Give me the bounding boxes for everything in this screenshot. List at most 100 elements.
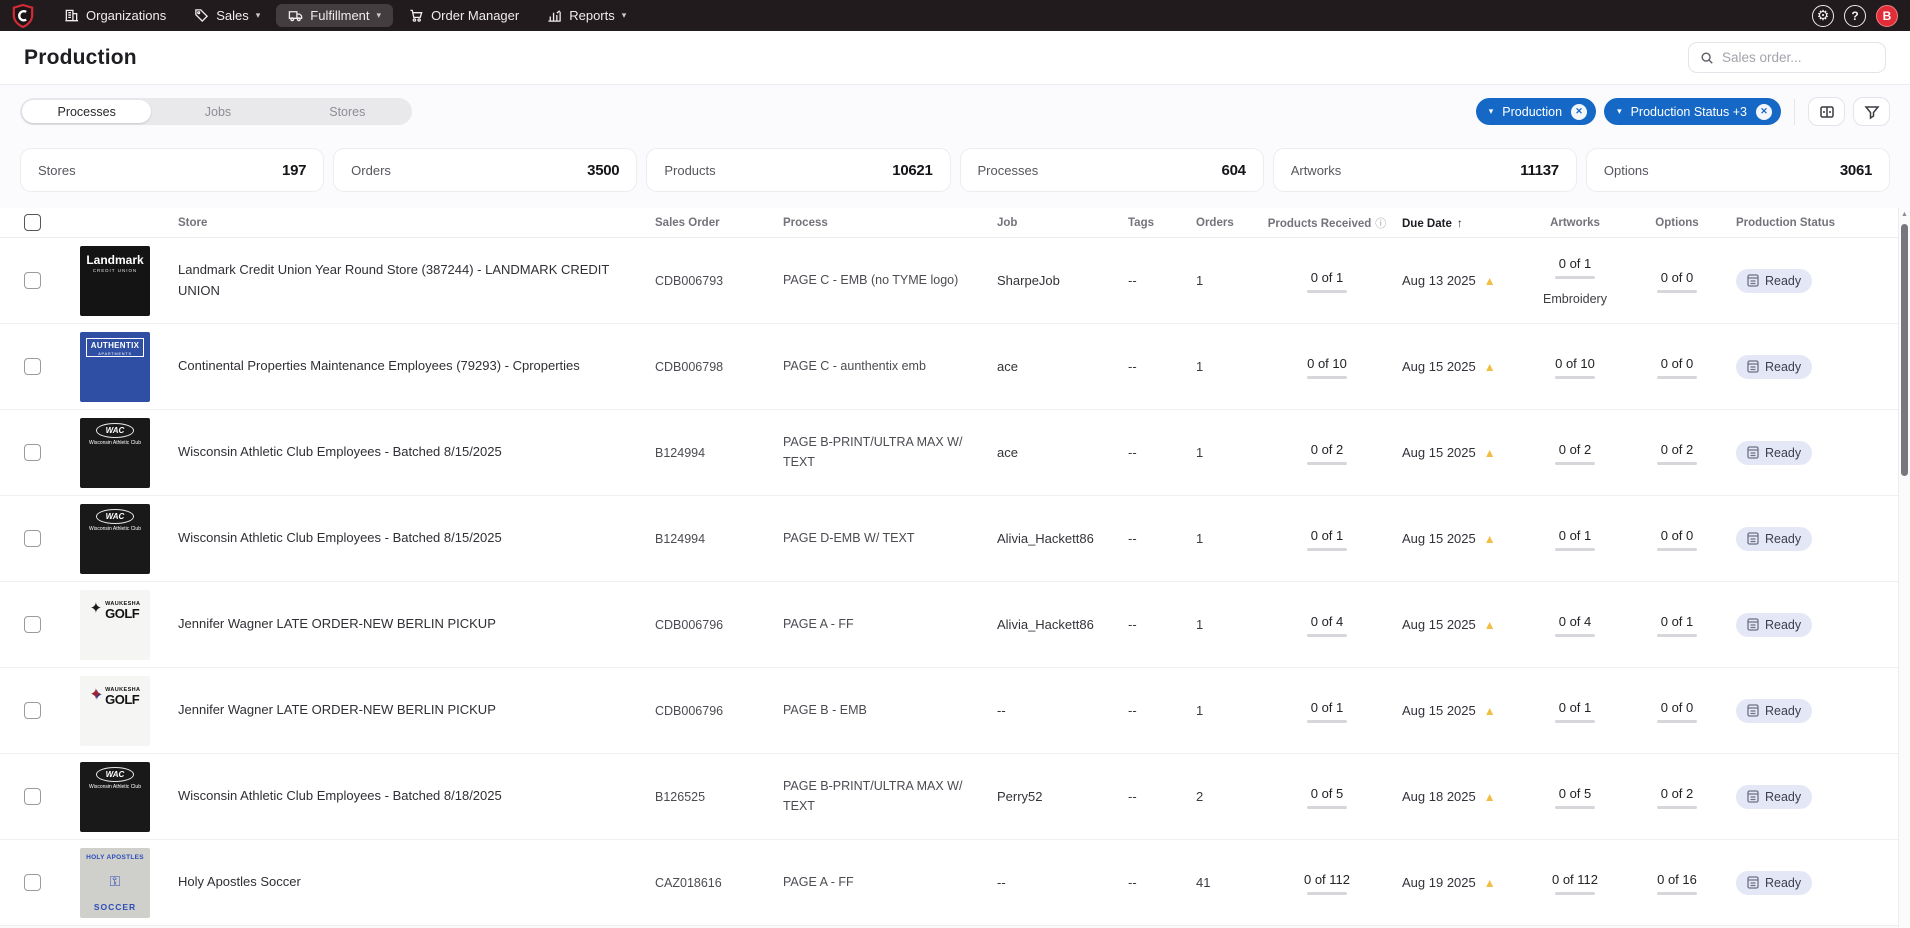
due-date: Aug 18 2025 xyxy=(1402,789,1476,804)
tags-value: -- xyxy=(1128,273,1196,288)
toolbar: Processes Jobs Stores Production Product… xyxy=(0,85,1910,126)
products-received-progress: 0 of 1 xyxy=(1307,700,1347,723)
column-header-options[interactable]: Options xyxy=(1618,217,1736,229)
row-checkbox[interactable] xyxy=(24,358,41,375)
settings-gear-icon[interactable] xyxy=(1812,5,1834,27)
page-header: Production xyxy=(0,31,1910,85)
filter-chip-production-status[interactable]: Production Status +3 xyxy=(1604,98,1781,125)
table-row[interactable]: AUTHENTIX APARTMENTS Continental Propert… xyxy=(0,324,1910,410)
nav-item-order-manager[interactable]: Order Manager xyxy=(397,4,531,27)
nav-item-fulfillment[interactable]: Fulfillment xyxy=(276,4,393,27)
options-progress: 0 of 16 xyxy=(1657,872,1697,895)
stat-value: 11137 xyxy=(1520,162,1559,179)
row-checkbox[interactable] xyxy=(24,272,41,289)
row-checkbox[interactable] xyxy=(24,530,41,547)
help-icon[interactable] xyxy=(1844,5,1866,27)
column-header-process[interactable]: Process xyxy=(783,217,997,229)
table-row[interactable]: WAUKESHA GOLF Jennifer Wagner LATE ORDER… xyxy=(0,668,1910,754)
chevron-down-icon xyxy=(1617,106,1622,117)
process-name: PAGE A - FF xyxy=(783,615,997,634)
column-header-artworks[interactable]: Artworks xyxy=(1532,217,1618,229)
scroll-up-icon[interactable] xyxy=(1899,211,1910,218)
table-row[interactable]: WAC Wisconsin Athletic Club Wisconsin At… xyxy=(0,496,1910,582)
select-all-checkbox[interactable] xyxy=(24,214,41,231)
column-header-products-received[interactable]: Products Received xyxy=(1258,215,1396,231)
column-header-production-status[interactable]: Production Status xyxy=(1736,217,1910,229)
production-status-badge: Ready xyxy=(1736,355,1812,379)
vertical-scrollbar[interactable] xyxy=(1898,208,1910,928)
search-icon xyxy=(1700,51,1714,65)
orders-count: 1 xyxy=(1196,273,1258,288)
remove-filter-icon[interactable] xyxy=(1756,104,1772,120)
table-row[interactable]: WAC Wisconsin Athletic Club Wisconsin At… xyxy=(0,754,1910,840)
stat-label: Orders xyxy=(351,163,391,178)
filter-chip-production[interactable]: Production xyxy=(1476,98,1596,125)
due-date: Aug 19 2025 xyxy=(1402,875,1476,890)
row-checkbox[interactable] xyxy=(24,788,41,805)
products-received-progress: 0 of 2 xyxy=(1307,442,1347,465)
columns-settings-button[interactable] xyxy=(1808,97,1845,126)
nav-item-label: Sales xyxy=(216,8,249,23)
stat-card-options: Options 3061 xyxy=(1586,148,1890,192)
options-progress: 0 of 0 xyxy=(1657,700,1697,723)
table-row[interactable]: WAUKESHA GOLF Jennifer Wagner LATE ORDER… xyxy=(0,582,1910,668)
building-icon xyxy=(64,8,79,23)
stat-value: 3500 xyxy=(587,162,619,179)
table-row[interactable]: HOLY APOSTLES SOCCER Holy Apostles Socce… xyxy=(0,840,1910,926)
stat-card-processes: Processes 604 xyxy=(960,148,1264,192)
table-row[interactable]: WAC Wisconsin Athletic Club Wisconsin At… xyxy=(0,410,1910,496)
column-header-tags[interactable]: Tags xyxy=(1128,217,1196,229)
status-form-icon xyxy=(1747,446,1759,459)
job-name: ace xyxy=(997,445,1128,460)
sales-order: CDB006793 xyxy=(655,274,783,288)
scrollbar-thumb[interactable] xyxy=(1901,224,1908,476)
process-name: PAGE B - EMB xyxy=(783,701,997,720)
products-received-progress: 0 of 1 xyxy=(1307,528,1347,551)
tab-jobs[interactable]: Jobs xyxy=(153,98,282,125)
tab-processes[interactable]: Processes xyxy=(22,100,151,123)
search-input[interactable] xyxy=(1722,50,1874,65)
process-name: PAGE C - aunthentix emb xyxy=(783,357,997,376)
row-checkbox[interactable] xyxy=(24,444,41,461)
column-header-orders[interactable]: Orders xyxy=(1196,217,1258,229)
chevron-down-icon xyxy=(256,10,261,21)
filter-button[interactable] xyxy=(1853,97,1890,126)
column-header-store[interactable]: Store xyxy=(178,217,655,229)
row-checkbox[interactable] xyxy=(24,616,41,633)
production-status-badge: Ready xyxy=(1736,699,1812,723)
tab-stores[interactable]: Stores xyxy=(283,98,412,125)
stat-card-orders: Orders 3500 xyxy=(333,148,637,192)
sales-order: B124994 xyxy=(655,532,783,546)
filter-chip-label: Production xyxy=(1502,105,1562,119)
nav-item-organizations[interactable]: Organizations xyxy=(52,4,178,27)
stat-value: 197 xyxy=(282,162,306,179)
remove-filter-icon[interactable] xyxy=(1571,104,1587,120)
row-checkbox[interactable] xyxy=(24,702,41,719)
stat-value: 3061 xyxy=(1840,162,1872,179)
table-row[interactable]: Landmark CREDIT UNION Landmark Credit Un… xyxy=(0,238,1910,324)
due-date: Aug 15 2025 xyxy=(1402,445,1476,460)
sales-order-search[interactable] xyxy=(1688,42,1886,73)
column-header-due-date[interactable]: Due Date xyxy=(1396,216,1532,230)
nav-item-sales[interactable]: Sales xyxy=(182,4,272,27)
stat-label: Stores xyxy=(38,163,76,178)
row-checkbox[interactable] xyxy=(24,874,41,891)
products-received-progress: 0 of 5 xyxy=(1307,786,1347,809)
compass-star-icon xyxy=(90,601,103,616)
column-header-job[interactable]: Job xyxy=(997,217,1128,229)
user-avatar[interactable]: B xyxy=(1876,5,1898,27)
options-progress: 0 of 0 xyxy=(1657,528,1697,551)
brand-logo[interactable] xyxy=(10,3,36,29)
stat-label: Options xyxy=(1604,163,1649,178)
nav-item-reports[interactable]: Reports xyxy=(535,4,638,27)
sales-order: CDB006798 xyxy=(655,360,783,374)
warning-icon xyxy=(1484,360,1496,373)
thumb-text: SOCCER xyxy=(94,902,136,912)
due-date: Aug 15 2025 xyxy=(1402,359,1476,374)
status-form-icon xyxy=(1747,618,1759,631)
column-header-sales-order[interactable]: Sales Order xyxy=(655,217,783,229)
orders-count: 1 xyxy=(1196,359,1258,374)
artwork-note: Embroidery xyxy=(1532,292,1618,306)
store-thumbnail: Landmark CREDIT UNION xyxy=(80,246,150,316)
thumb-text: CREDIT UNION xyxy=(93,268,137,273)
